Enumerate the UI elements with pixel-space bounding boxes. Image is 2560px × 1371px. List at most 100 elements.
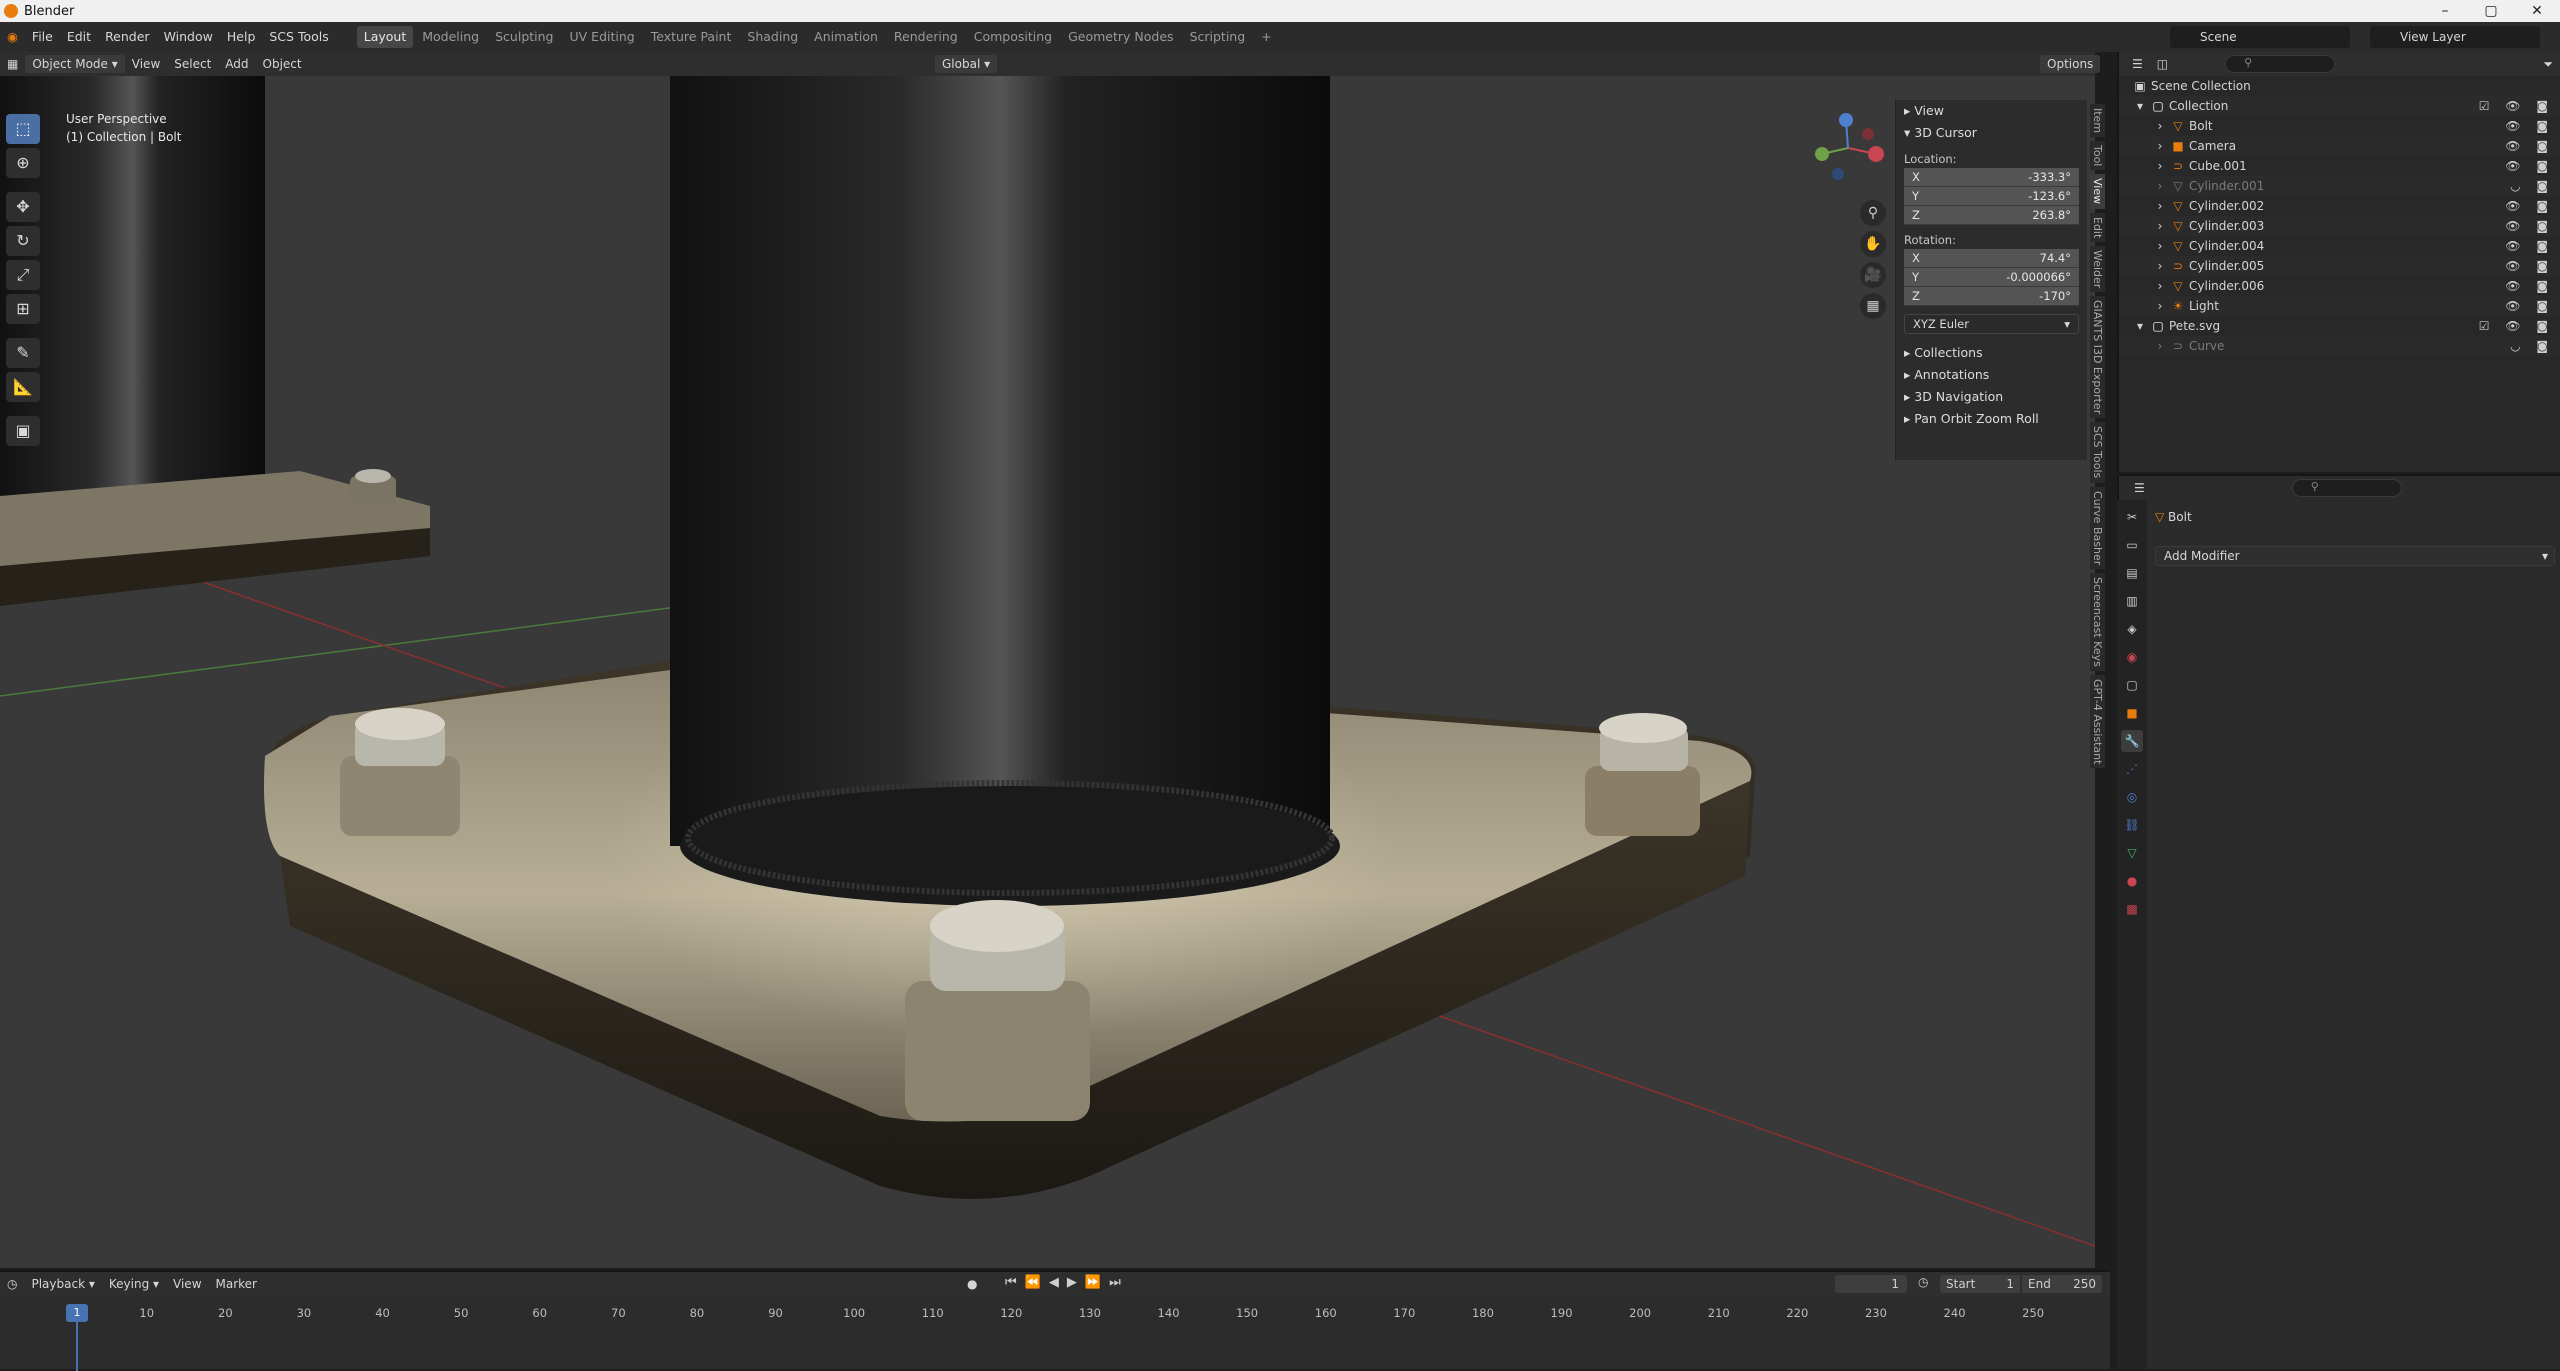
outliner-item-cylinder006[interactable]: › ▽ Cylinder.006 👁 ◙: [2119, 276, 2560, 296]
panel-annotations[interactable]: ▸ Annotations: [1896, 364, 2087, 386]
display-mode-icon[interactable]: ◫: [2150, 55, 2175, 73]
tab-modeling[interactable]: Modeling: [415, 26, 486, 48]
outliner-item-cylinder002[interactable]: › ▽ Cylinder.002 👁 ◙: [2119, 196, 2560, 216]
start-frame-field[interactable]: Start 1: [1940, 1275, 2020, 1293]
location-x-field[interactable]: X -333.3°: [1904, 168, 2079, 187]
close-button[interactable]: ✕: [2514, 0, 2560, 22]
playback-controls[interactable]: ⏮⏪◀▶⏩⏭: [1005, 1275, 1129, 1290]
viewport-menu-view[interactable]: View: [125, 55, 167, 73]
timeline-menu-keying[interactable]: Keying ▾: [102, 1275, 166, 1293]
collection-tab-icon[interactable]: ▢: [2121, 674, 2143, 696]
tool-tab-icon[interactable]: ✂: [2121, 506, 2143, 528]
modifier-wrench-icon[interactable]: 🔧: [2121, 730, 2143, 752]
camera-view-icon[interactable]: 🎥: [1860, 262, 1886, 288]
collection2-row[interactable]: ▾ ▢ Pete.svg ☑ 👁 ◙: [2119, 316, 2560, 336]
mode-dropdown[interactable]: Object Mode ▾: [25, 55, 125, 73]
viewport-menu-object[interactable]: Object: [256, 55, 309, 73]
tab-texture-paint[interactable]: Texture Paint: [644, 26, 739, 48]
pan-hand-icon[interactable]: ✋: [1860, 231, 1886, 257]
sidebar-tab-tool[interactable]: Tool: [2090, 141, 2105, 171]
maximize-button[interactable]: ▢: [2468, 0, 2514, 22]
minimize-button[interactable]: –: [2422, 0, 2468, 22]
current-frame-marker[interactable]: 1: [66, 1304, 88, 1322]
outliner-item-curve[interactable]: › ⊃ Curve ◡ ◙: [2119, 336, 2560, 356]
world-tab-icon[interactable]: ◉: [2121, 646, 2143, 668]
material-tab-icon[interactable]: ●: [2121, 870, 2143, 892]
rotation-mode-dropdown[interactable]: XYZ Euler ▾: [1904, 314, 2079, 334]
particles-tab-icon[interactable]: ⋰: [2121, 758, 2143, 780]
editor-type-icon[interactable]: ☰: [2125, 55, 2150, 73]
location-z-field[interactable]: Z 263.8°: [1904, 206, 2079, 225]
constraints-tab-icon[interactable]: ⛓: [2121, 814, 2143, 836]
sidebar-tab-weider[interactable]: Weider: [2090, 245, 2105, 293]
sidebar-tab-scs-tools[interactable]: SCS Tools: [2090, 422, 2105, 483]
add-cube-icon[interactable]: ▣: [6, 416, 40, 446]
menu-render[interactable]: Render: [98, 22, 157, 52]
tab-compositing[interactable]: Compositing: [967, 26, 1059, 48]
outliner-item-camera[interactable]: › ■ Camera 👁 ◙: [2119, 136, 2560, 156]
viewport-menu-select[interactable]: Select: [167, 55, 218, 73]
outliner-item-cube001[interactable]: › ⊃ Cube.001 👁 ◙: [2119, 156, 2560, 176]
timeline-menu-marker[interactable]: Marker: [209, 1275, 264, 1293]
collection-row[interactable]: ▾ ▢ Collection ☑ 👁 ◙: [2119, 96, 2560, 116]
current-frame-field[interactable]: 1: [1835, 1275, 1907, 1293]
texture-tab-icon[interactable]: ▩: [2121, 898, 2143, 920]
tab-rendering[interactable]: Rendering: [887, 26, 965, 48]
record-icon[interactable]: ●: [960, 1275, 984, 1293]
panel-3d-navigation[interactable]: ▸ 3D Navigation: [1896, 386, 2087, 408]
sidebar-tab-item[interactable]: Item: [2090, 104, 2105, 138]
playhead[interactable]: [76, 1322, 78, 1371]
scale-icon[interactable]: ⤢: [6, 260, 40, 290]
rotation-x-field[interactable]: X 74.4°: [1904, 249, 2079, 268]
tab-scripting[interactable]: Scripting: [1183, 26, 1253, 48]
sidebar-tab-gpt4[interactable]: GPT-4 Assistant: [2090, 674, 2105, 769]
rotation-z-field[interactable]: Z -170°: [1904, 287, 2079, 306]
sidebar-tab-view[interactable]: View: [2090, 174, 2105, 209]
menu-window[interactable]: Window: [157, 22, 220, 52]
outliner-item-bolt[interactable]: › ▽ Bolt 👁 ◙: [2119, 116, 2560, 136]
frame-ruler[interactable]: 10 20 30 40 50 60 70 80 90 100 110 120 130 140 150 160 1…: [0, 1306, 2110, 1326]
panel-view[interactable]: ▸ View: [1896, 100, 2087, 122]
navigation-gizmo[interactable]: [1808, 108, 1888, 188]
panel-pan-orbit[interactable]: ▸ Pan Orbit Zoom Roll: [1896, 408, 2087, 430]
ortho-grid-icon[interactable]: ▦: [1860, 293, 1886, 319]
add-modifier-dropdown[interactable]: Add Modifier ▾: [2155, 546, 2555, 566]
menu-scs-tools[interactable]: SCS Tools: [262, 22, 335, 52]
sidebar-tab-screencast[interactable]: Screencast Keys: [2090, 572, 2105, 671]
tab-animation[interactable]: Animation: [807, 26, 885, 48]
outliner-item-light[interactable]: › ☀ Light 👁 ◙: [2119, 296, 2560, 316]
tab-sculpting[interactable]: Sculpting: [488, 26, 560, 48]
filter-icon[interactable]: ⏷: [2536, 55, 2560, 73]
output-tab-icon[interactable]: ▤: [2121, 562, 2143, 584]
measure-icon[interactable]: 📐: [6, 372, 40, 402]
editor-type-icon[interactable]: ▦: [0, 55, 25, 73]
sidebar-tab-giants[interactable]: GIANTS I3D Exporter: [2090, 296, 2105, 419]
data-tab-icon[interactable]: ▽: [2121, 842, 2143, 864]
menu-edit[interactable]: Edit: [60, 22, 98, 52]
menu-help[interactable]: Help: [220, 22, 263, 52]
properties-search-input[interactable]: ⚲: [2291, 479, 2402, 497]
location-y-field[interactable]: Y -123.6°: [1904, 187, 2079, 206]
menu-file[interactable]: File: [25, 22, 60, 52]
view-layer-tab-icon[interactable]: ▥: [2121, 590, 2143, 612]
physics-tab-icon[interactable]: ◎: [2121, 786, 2143, 808]
panel-collections[interactable]: ▸ Collections: [1896, 342, 2087, 364]
3d-viewport[interactable]: [0, 76, 2095, 1268]
move-icon[interactable]: ✥: [6, 192, 40, 222]
tab-uv-editing[interactable]: UV Editing: [563, 26, 642, 48]
rotation-y-field[interactable]: Y -0.000066°: [1904, 268, 2079, 287]
transform-icon[interactable]: ⊞: [6, 294, 40, 324]
render-tab-icon[interactable]: ▭: [2121, 534, 2143, 556]
view-layer-selector[interactable]: View Layer: [2370, 26, 2540, 48]
timeline-menu-view[interactable]: View: [166, 1275, 208, 1293]
options-dropdown[interactable]: Options ▾: [2040, 55, 2101, 89]
blender-menu-icon[interactable]: ◉: [0, 22, 25, 52]
select-box-icon[interactable]: ⬚: [6, 114, 40, 144]
editor-type-icon[interactable]: ◷: [0, 1275, 24, 1293]
object-tab-icon[interactable]: ■: [2121, 702, 2143, 724]
scene-collection-row[interactable]: ▣ Scene Collection: [2119, 76, 2560, 96]
rotate-icon[interactable]: ↻: [6, 226, 40, 256]
outliner-search-input[interactable]: ⚲: [2225, 55, 2336, 73]
timeline-menu-playback[interactable]: Playback ▾: [24, 1275, 101, 1293]
editor-type-icon[interactable]: ☰: [2127, 479, 2152, 497]
